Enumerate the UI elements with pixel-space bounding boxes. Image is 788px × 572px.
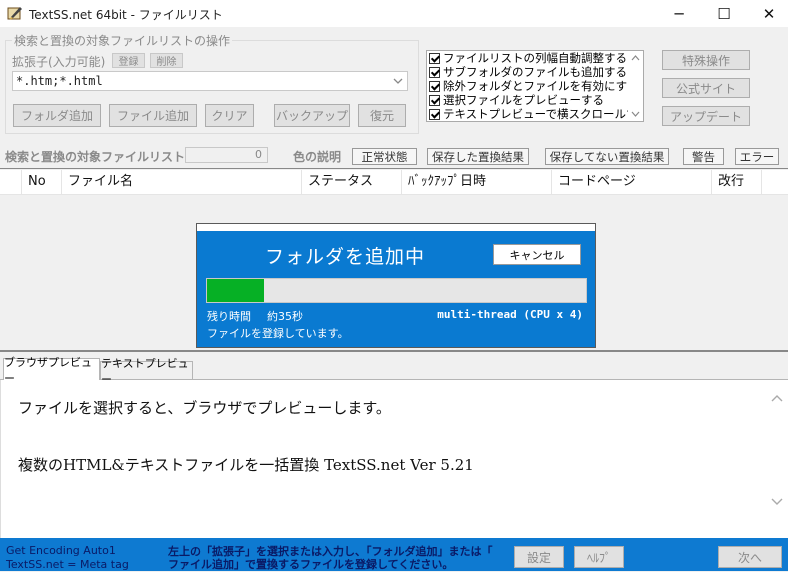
preview-pane[interactable]: ファイルを選択すると、ブラウザでプレビューします。 複数のHTML&テキストファ… (0, 380, 788, 538)
column-header-blank[interactable] (0, 170, 22, 194)
progress-bar (206, 278, 587, 303)
legend-saved: 保存した置換結果 (427, 148, 529, 165)
maximize-button[interactable]: ☐ (701, 0, 747, 27)
chevron-down-icon (393, 78, 403, 84)
add-file-button[interactable]: ファイル追加 (109, 104, 197, 127)
encoding-status: Get Encoding Auto1 (6, 544, 116, 557)
settings-button[interactable]: 設定 (514, 546, 564, 568)
file-list-label: 検索と置換の対象ファイルリスト (5, 150, 186, 164)
option-preview-selected[interactable]: 選択ファイルをプレビューする (429, 93, 604, 107)
delete-extension-button[interactable]: 削除 (150, 53, 183, 68)
preview-version-text: 複数のHTML&テキストファイルを一括置換 TextSS.net Ver 5.2… (18, 456, 474, 474)
chevron-up-icon[interactable] (631, 55, 640, 61)
option-horizontal-scroll[interactable]: テキストプレビューで横スクロールする (429, 107, 644, 121)
option-enable-exclusions[interactable]: 除外フォルダとファイルを有効にする (429, 79, 639, 93)
legend-error: エラー (735, 148, 779, 165)
preview-message: ファイルを選択すると、ブラウザでプレビューします。 (18, 399, 391, 417)
minimize-button[interactable]: ─ (656, 0, 702, 27)
close-button[interactable]: ✕ (746, 0, 788, 27)
window-title: TextSS.net 64bit - ファイルリスト (29, 8, 223, 22)
help-button[interactable]: ﾍﾙﾌﾟ (574, 546, 624, 568)
file-list-header: No ファイル名 ステータス ﾊﾞｯｸｱｯﾌﾟ日時 コードページ 改行 (0, 170, 788, 195)
dialog-status: ファイルを登録しています。 (207, 327, 349, 340)
extension-value: *.htm;*.html (16, 74, 103, 88)
legend-unsaved: 保存してない置換結果 (545, 148, 669, 165)
dialog-title: フォルダを追加中 (265, 246, 426, 268)
file-count: 0 (185, 147, 268, 163)
tab-browser-preview[interactable]: ブラウザプレビュー (3, 356, 100, 385)
option-auto-column-width[interactable]: ファイルリストの列幅自動調整する (429, 51, 627, 65)
color-legend-label: 色の説明 (293, 150, 342, 164)
column-header-no[interactable]: No (22, 170, 62, 194)
scroll-down-icon[interactable] (771, 498, 783, 506)
tab-text-preview[interactable]: テキストプレビュー (100, 357, 193, 386)
checkbox-checked[interactable] (429, 108, 440, 120)
checkbox-checked[interactable] (429, 80, 440, 92)
remaining-time-value: 約35秒 (267, 310, 303, 323)
register-extension-button[interactable]: 登録 (112, 53, 145, 68)
thread-info: multi-thread (CPU x 4) (437, 308, 583, 321)
column-header-filename[interactable]: ファイル名 (62, 170, 302, 194)
legend-normal: 正常状態 (352, 148, 417, 165)
meta-tag-status: TextSS.net = Meta tag (6, 558, 129, 571)
options-checklist[interactable]: ファイルリストの列幅自動調整する サブフォルダのファイルも追加する 除外フォルダ… (426, 50, 644, 122)
checkbox-checked[interactable] (429, 52, 440, 64)
column-header-backup-date[interactable]: ﾊﾞｯｸｱｯﾌﾟ日時 (402, 170, 552, 194)
operations-group-title: 検索と置換の対象ファイルリストの操作 (12, 32, 233, 49)
column-header-newline[interactable]: 改行 (712, 170, 762, 194)
scroll-up-icon[interactable] (771, 394, 783, 402)
checkbox-checked[interactable] (429, 66, 440, 78)
hint-line-2: ファイル追加」で置換するファイルを登録してください。 (168, 558, 454, 571)
cancel-button[interactable]: キャンセル (493, 244, 581, 265)
checkbox-checked[interactable] (429, 94, 440, 106)
option-include-subfolders[interactable]: サブフォルダのファイルも追加する (429, 65, 627, 79)
status-bar: Get Encoding Auto1 TextSS.net = Meta tag… (0, 538, 788, 571)
official-site-button[interactable]: 公式サイト (662, 78, 750, 98)
progress-fill (207, 279, 264, 302)
option-label: テキストプレビューで横スクロールする (443, 107, 644, 121)
restore-button[interactable]: 復元 (358, 104, 406, 127)
remaining-time-label: 残り時間 (207, 310, 251, 323)
clear-button[interactable]: クリア (205, 104, 254, 127)
column-header-status[interactable]: ステータス (302, 170, 402, 194)
title-bar: TextSS.net 64bit - ファイルリスト ─ ☐ ✕ (0, 0, 788, 27)
progress-dialog: フォルダを追加中 キャンセル 残り時間 約35秒 multi-thread (C… (196, 223, 596, 348)
add-folder-button[interactable]: フォルダ追加 (13, 104, 101, 127)
extension-label: 拡張子(入力可能) (12, 55, 106, 69)
next-button[interactable]: 次へ (718, 546, 782, 568)
dialog-top-bar (197, 224, 595, 231)
options-scrollbar[interactable] (628, 51, 643, 121)
chevron-down-icon[interactable] (631, 111, 640, 117)
app-icon (7, 7, 22, 20)
extension-combobox[interactable]: *.htm;*.html (12, 71, 408, 91)
column-header-codepage[interactable]: コードページ (552, 170, 712, 194)
legend-warning: 警告 (683, 148, 724, 165)
backup-button[interactable]: バックアップ (274, 104, 350, 127)
update-button[interactable]: アップデート (662, 106, 750, 126)
special-operations-button[interactable]: 特殊操作 (662, 50, 750, 70)
